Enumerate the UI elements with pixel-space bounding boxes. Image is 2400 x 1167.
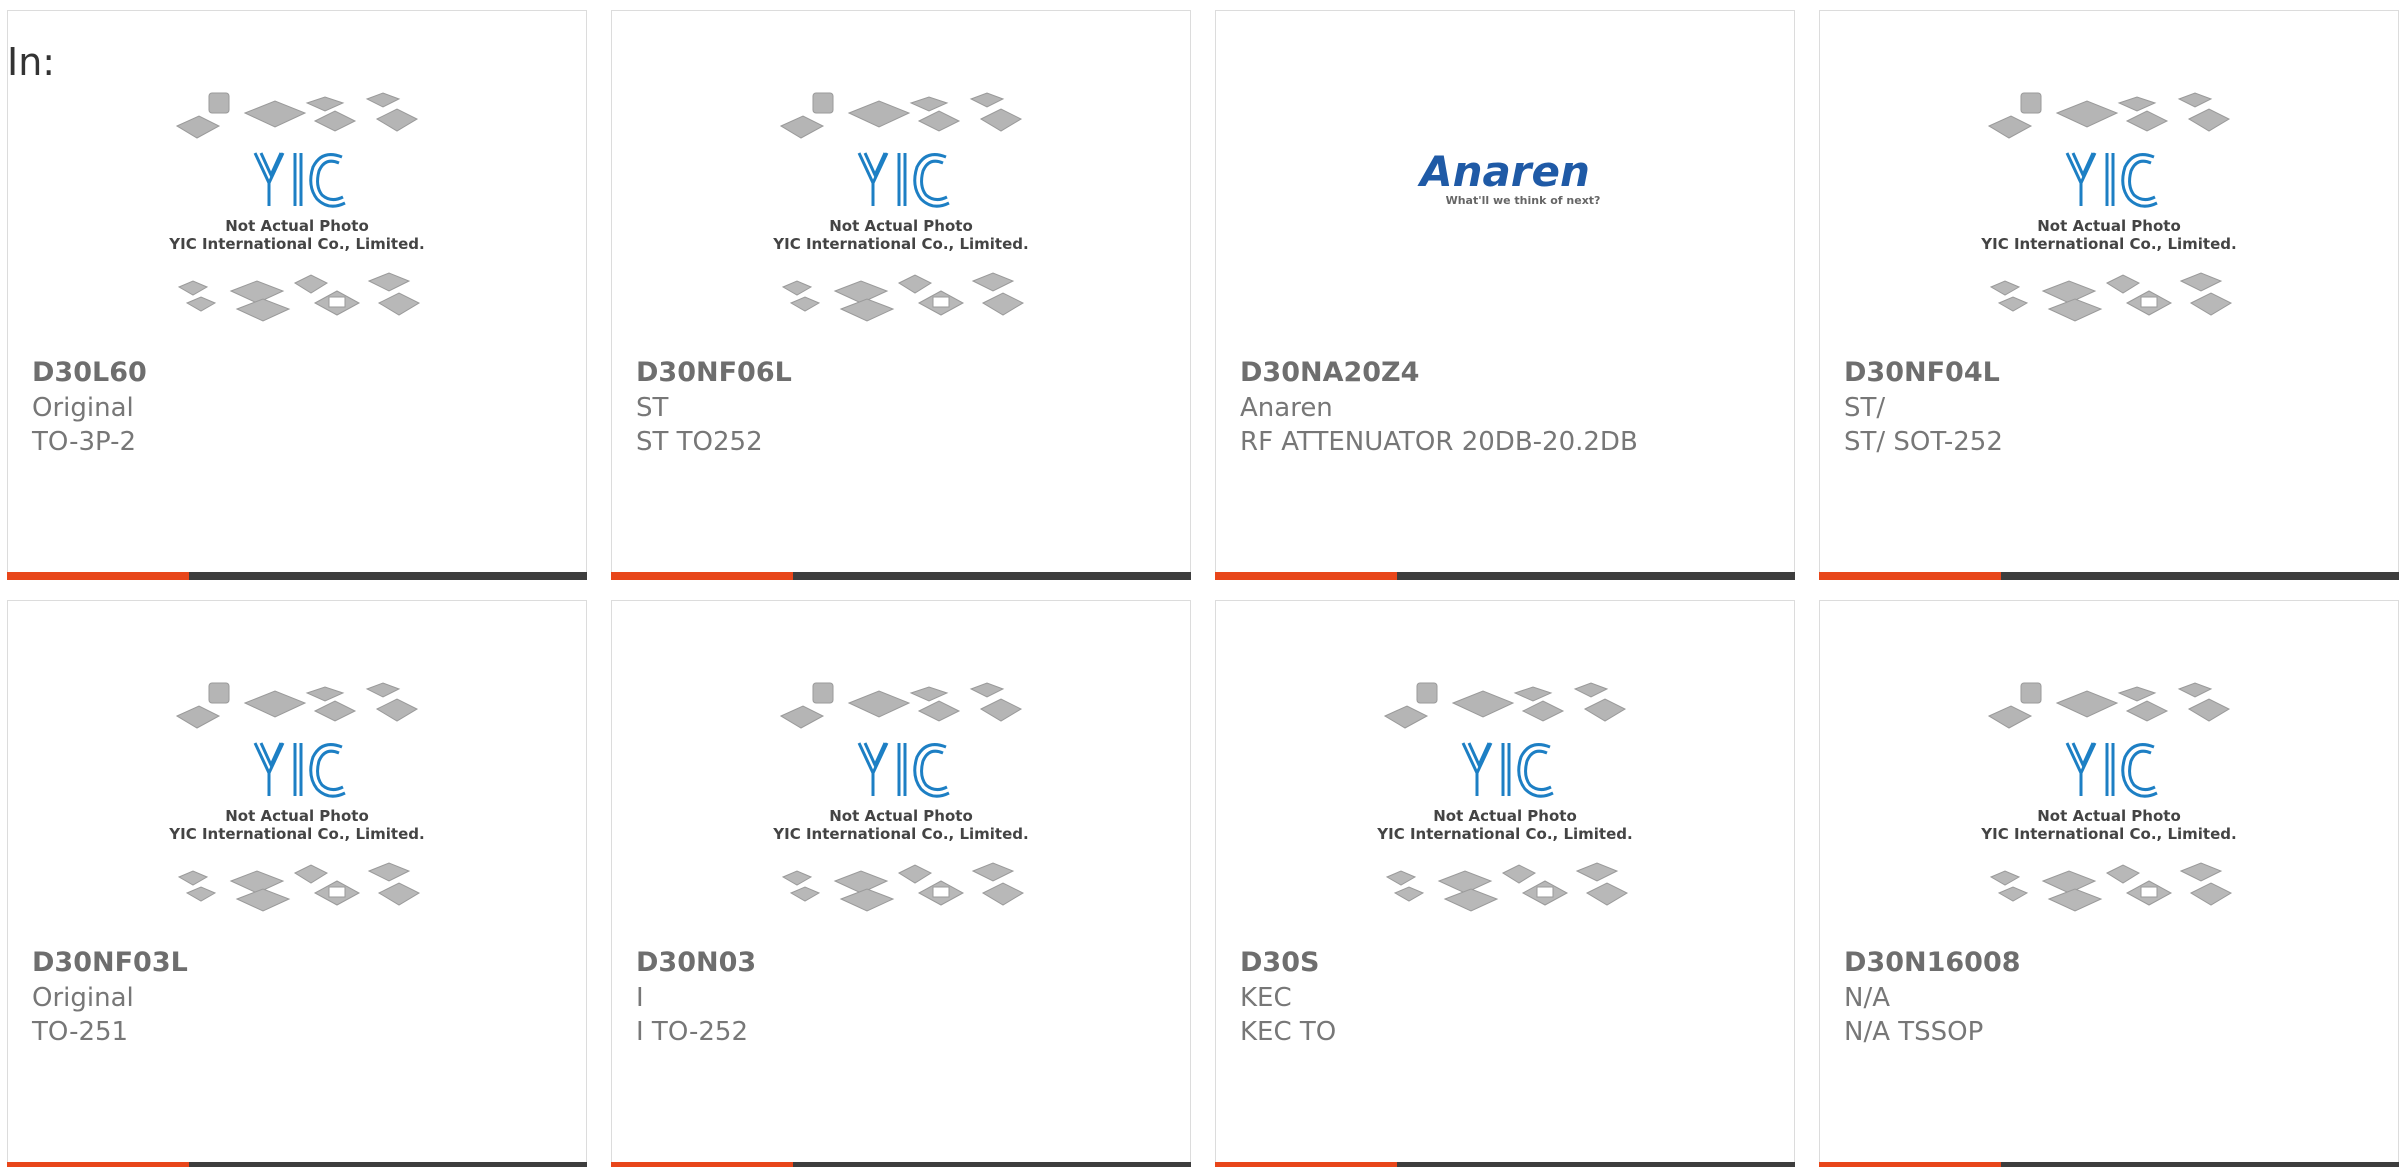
product-card[interactable]: Not Actual Photo YIC International Co., … xyxy=(7,600,587,1167)
svg-text:YIC International Co., Limited: YIC International Co., Limited. xyxy=(772,235,1028,253)
chip-placeholder-icon: Not Actual Photo YIC International Co., … xyxy=(1980,92,2237,322)
chip-placeholder-icon: Not Actual Photo YIC International Co., … xyxy=(168,92,425,322)
part-number-link[interactable]: D30N03 xyxy=(636,945,756,981)
product-card[interactable]: Not Actual Photo YIC International Co., … xyxy=(1215,600,1795,1167)
card-accent-stripe xyxy=(611,1162,793,1167)
part-number-link[interactable]: D30NA20Z4 xyxy=(1240,355,1419,391)
description-text: TO-3P-2 xyxy=(32,427,137,457)
card-bottom-bar xyxy=(7,572,587,580)
chip-placeholder-icon: Not Actual Photo YIC International Co., … xyxy=(772,682,1029,912)
svg-text:YIC International Co., Limited: YIC International Co., Limited. xyxy=(168,825,424,843)
part-number-link[interactable]: D30NF03L xyxy=(32,945,188,981)
card-bottom-bar xyxy=(1215,572,1795,580)
product-card[interactable]: Not Actual Photo YIC International Co., … xyxy=(1819,10,2399,580)
card-bottom-bar xyxy=(611,572,1191,580)
part-number-link[interactable]: D30NF04L xyxy=(1844,355,2000,391)
part-number-link[interactable]: D30L60 xyxy=(32,355,147,391)
manufacturer-text: Original xyxy=(32,393,134,423)
card-accent-stripe xyxy=(7,1162,189,1167)
product-image[interactable]: Not Actual Photo YIC International Co., … xyxy=(8,91,586,351)
product-card[interactable]: Anaren What'll we think of next? D30NA20… xyxy=(1215,10,1795,580)
card-bottom-bar xyxy=(1215,1162,1795,1167)
description-text: TO-251 xyxy=(32,1017,129,1047)
product-grid: In: Not Actual Photo YIC International C… xyxy=(0,0,2400,1167)
card-bottom-bar xyxy=(7,1162,587,1167)
chip-placeholder-icon: Not Actual Photo YIC International Co., … xyxy=(772,92,1029,322)
product-image[interactable]: Not Actual Photo YIC International Co., … xyxy=(1820,91,2398,351)
manufacturer-text: N/A xyxy=(1844,983,1890,1013)
description-text: RF ATTENUATOR 20DB-20.2DB xyxy=(1240,427,1638,457)
product-image[interactable]: Anaren What'll we think of next? xyxy=(1216,91,1794,351)
manufacturer-text: Original xyxy=(32,983,134,1013)
svg-text:YIC International Co., Limited: YIC International Co., Limited. xyxy=(772,825,1028,843)
chip-placeholder-icon: Not Actual Photo YIC International Co., … xyxy=(1376,682,1633,912)
svg-text:YIC International Co., Limited: YIC International Co., Limited. xyxy=(168,235,424,253)
product-image[interactable]: Not Actual Photo YIC International Co., … xyxy=(8,681,586,941)
description-text: I TO-252 xyxy=(636,1017,749,1047)
svg-text:Not Actual Photo: Not Actual Photo xyxy=(2037,217,2181,235)
manufacturer-text: Anaren xyxy=(1240,393,1333,423)
card-accent-stripe xyxy=(611,572,793,580)
product-card[interactable]: Not Actual Photo YIC International Co., … xyxy=(7,10,587,580)
manufacturer-text: ST xyxy=(636,393,669,423)
card-bottom-bar xyxy=(1819,1162,2399,1167)
anaren-logo-icon: Anaren What'll we think of next? xyxy=(1417,147,1601,207)
svg-text:Not Actual Photo: Not Actual Photo xyxy=(2037,807,2181,825)
part-number-link[interactable]: D30NF06L xyxy=(636,355,792,391)
product-image[interactable]: Not Actual Photo YIC International Co., … xyxy=(1820,681,2398,941)
svg-text:YIC International Co., Limited: YIC International Co., Limited. xyxy=(1980,825,2236,843)
manufacturer-text: KEC xyxy=(1240,983,1292,1013)
product-image[interactable]: Not Actual Photo YIC International Co., … xyxy=(612,681,1190,941)
description-text: ST TO252 xyxy=(636,427,763,457)
svg-text:What'll we think of next?: What'll we think of next? xyxy=(1446,194,1601,207)
svg-text:Not Actual Photo: Not Actual Photo xyxy=(225,217,369,235)
filter-label: In: xyxy=(7,40,56,84)
description-text: ST/ SOT-252 xyxy=(1844,427,2003,457)
product-image[interactable]: Not Actual Photo YIC International Co., … xyxy=(1216,681,1794,941)
product-card[interactable]: Not Actual Photo YIC International Co., … xyxy=(611,600,1191,1167)
manufacturer-text: I xyxy=(636,983,644,1013)
card-bottom-bar xyxy=(611,1162,1191,1167)
chip-placeholder-icon: Not Actual Photo YIC International Co., … xyxy=(1980,682,2237,912)
svg-text:Anaren: Anaren xyxy=(1417,147,1590,196)
svg-text:YIC International Co., Limited: YIC International Co., Limited. xyxy=(1980,235,2236,253)
svg-text:Not Actual Photo: Not Actual Photo xyxy=(1433,807,1577,825)
card-accent-stripe xyxy=(7,572,189,580)
card-accent-stripe xyxy=(1215,572,1397,580)
svg-text:Not Actual Photo: Not Actual Photo xyxy=(829,217,973,235)
card-accent-stripe xyxy=(1819,1162,2001,1167)
description-text: N/A TSSOP xyxy=(1844,1017,1984,1047)
svg-text:YIC International Co., Limited: YIC International Co., Limited. xyxy=(1376,825,1632,843)
svg-text:Not Actual Photo: Not Actual Photo xyxy=(829,807,973,825)
product-card[interactable]: Not Actual Photo YIC International Co., … xyxy=(1819,600,2399,1167)
manufacturer-text: ST/ xyxy=(1844,393,1886,423)
product-card[interactable]: Not Actual Photo YIC International Co., … xyxy=(611,10,1191,580)
card-accent-stripe xyxy=(1215,1162,1397,1167)
svg-text:Not Actual Photo: Not Actual Photo xyxy=(225,807,369,825)
card-accent-stripe xyxy=(1819,572,2001,580)
description-text: KEC TO xyxy=(1240,1017,1337,1047)
part-number-link[interactable]: D30S xyxy=(1240,945,1319,981)
part-number-link[interactable]: D30N16008 xyxy=(1844,945,2021,981)
card-bottom-bar xyxy=(1819,572,2399,580)
chip-placeholder-icon: Not Actual Photo YIC International Co., … xyxy=(168,682,425,912)
product-image[interactable]: Not Actual Photo YIC International Co., … xyxy=(612,91,1190,351)
